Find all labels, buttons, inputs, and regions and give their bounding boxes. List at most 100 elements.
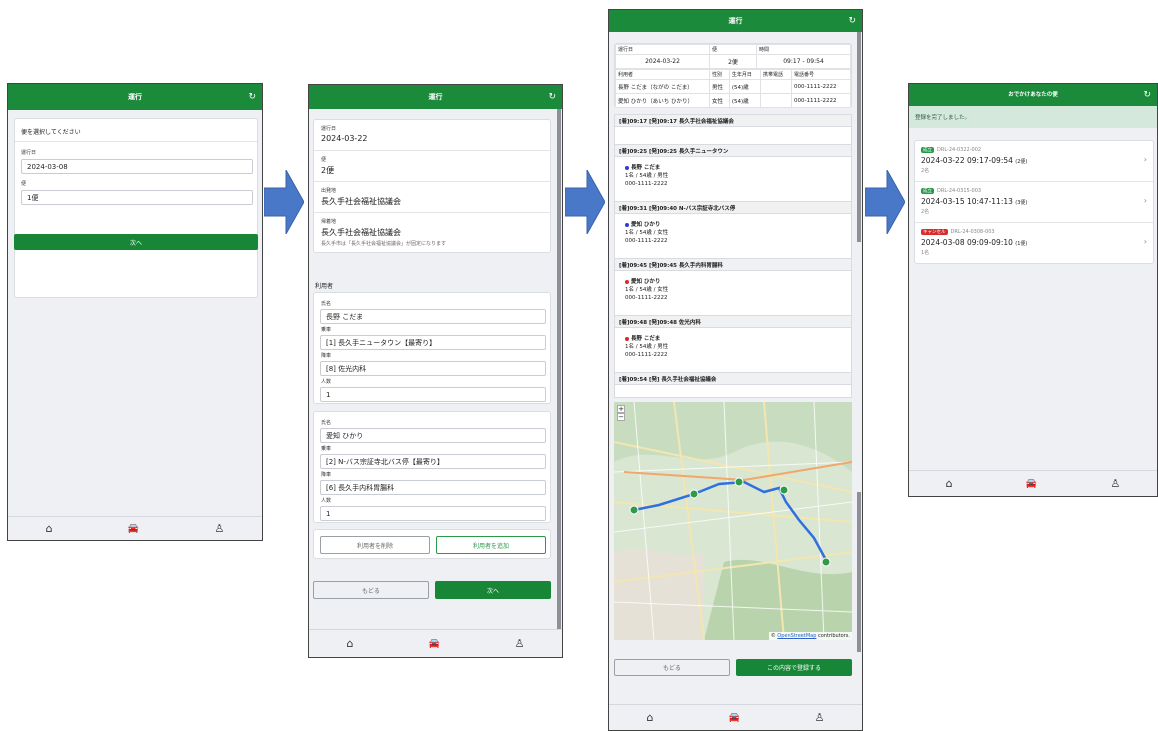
car-icon[interactable]: 🚘 — [1026, 479, 1037, 489]
schedule-list: [着]09:17 [発]09:17 長久手社会福祉協議会 [着]09:25 [発… — [614, 114, 852, 398]
home-icon[interactable]: ⌂ — [46, 522, 53, 535]
user-header-name: 利用者 — [615, 69, 710, 80]
table-row: 愛知 ひかり（あいち ひかり） 女性 (54)歳 000-1111-2222 — [615, 93, 851, 108]
user2-alight-select[interactable]: [6] 長久手内科胃腸科 — [320, 480, 546, 495]
date-label: 運行日 — [321, 126, 337, 132]
add-user-button[interactable]: 利用者を追加 — [436, 536, 546, 554]
screen3-phone: 運行 ↻ 運行日便時間 2024-03-22 2便 09:17 - 09:54 利用… — [608, 9, 863, 731]
summary-bin: 2便 — [709, 54, 757, 69]
user-icon[interactable]: ♙ — [515, 637, 525, 650]
user-icon[interactable]: ♙ — [815, 711, 825, 724]
list-item: 長野 こだま 1名 / 54歳 / 男性 000-1111-2222 — [625, 336, 669, 358]
bin-select[interactable]: 1便 — [21, 190, 253, 205]
screen4-header-title: おでかけあなたの便 — [1008, 92, 1058, 98]
home-icon[interactable]: ⌂ — [346, 637, 353, 650]
user2-board-label: 乗車 — [321, 446, 332, 452]
user2-name-input[interactable]: 愛知 ひかり — [320, 428, 546, 443]
pickup-dot — [625, 222, 629, 227]
home-icon[interactable]: ⌂ — [946, 477, 953, 490]
car-icon[interactable]: 🚘 — [728, 713, 739, 723]
date-input[interactable]: 2024-03-08 — [21, 159, 253, 174]
date-value: 2024-03-22 — [321, 134, 368, 143]
user1-board-select[interactable]: [1] 長久手ニュータウン【最寄り】 — [320, 335, 546, 350]
list-item[interactable]: 成立 DRL-24-0322-002 2024-03-22 09:17-09:54… — [915, 141, 1153, 182]
chevron-right-icon: › — [1143, 196, 1147, 205]
complete-message: 登録を完了しました。 — [915, 115, 971, 121]
depart-label: 出発地 — [321, 188, 337, 194]
summary-date: 2024-03-22 — [615, 54, 710, 69]
user2-name-label: 氏名 — [321, 420, 332, 426]
screen1-tabbar: ⌂ 🚘 ♙ — [8, 516, 262, 540]
list-item[interactable]: 成立 DRL-24-0315-003 2024-03-15 10:47-11:13… — [915, 182, 1153, 223]
stop-1-header: [着]09:17 [発]09:17 長久手社会福祉協議会 — [614, 114, 852, 127]
refresh-icon[interactable]: ↻ — [848, 10, 856, 32]
stop-4-body: 愛知 ひかり 1名 / 54歳 / 女性 000-1111-2222 — [614, 271, 852, 315]
dropoff-dot — [625, 279, 629, 284]
return-value: 長久手社会福祉協議会 — [321, 228, 401, 237]
user2-count-label: 人数 — [321, 498, 332, 504]
screen2-scrollbar[interactable] — [557, 109, 561, 629]
user-icon[interactable]: ♙ — [1110, 477, 1120, 490]
screen3-back-button[interactable]: もどる — [614, 659, 730, 676]
car-icon[interactable]: 🚘 — [428, 639, 439, 649]
car-icon[interactable]: 🚘 — [128, 524, 139, 534]
trip-summary-table: 運行日便時間 2024-03-22 2便 09:17 - 09:54 利用者 性別 … — [614, 43, 852, 108]
user-icon[interactable]: ♙ — [214, 522, 224, 535]
refresh-icon[interactable]: ↻ — [1143, 84, 1151, 106]
summary-header-date: 運行日 — [615, 44, 710, 55]
flow-arrow-1 — [264, 170, 304, 234]
trip-summary-card: 運行日 2024-03-22 便 2便 出発地 長久手社会福祉協議会 帰着地 長… — [313, 119, 551, 253]
screen4-header: おでかけあなたの便 ↻ — [909, 84, 1157, 106]
map-attribution: © OpenStreetMap contributors. — [768, 632, 852, 640]
screen2-header: 運行 ↻ — [309, 85, 562, 109]
stop-5-body: 長野 こだま 1名 / 54歳 / 男性 000-1111-2222 — [614, 328, 852, 372]
bin-label: 便 — [21, 181, 27, 187]
list-item: 長野 こだま 1名 / 54歳 / 男性 000-1111-2222 — [625, 165, 669, 187]
user1-name-input[interactable]: 長野 こだま — [320, 309, 546, 324]
stop-3-body: 愛知 ひかり 1名 / 54歳 / 女性 000-1111-2222 — [614, 214, 852, 258]
stop-4-header: [着]09:45 [発]09:45 長久手内科胃腸科 — [614, 258, 852, 271]
user-header-gender: 性別 — [709, 69, 730, 80]
zoom-out-button[interactable]: − — [617, 413, 625, 421]
screen4-phone: おでかけあなたの便 ↻ 登録を完了しました。 成立 DRL-24-0322-002… — [908, 83, 1158, 497]
screen1-next-button[interactable]: 次へ — [14, 234, 258, 250]
user1-board-label: 乗車 — [321, 327, 332, 333]
screen2-next-button[interactable]: 次へ — [435, 581, 551, 599]
home-icon[interactable]: ⌂ — [646, 711, 653, 724]
user1-count-input[interactable]: 1 — [320, 387, 546, 402]
stop-3-header: [着]09:31 [発]09:40 N-バス宗証寺北バス停 — [614, 201, 852, 214]
list-item[interactable]: キャンセル DRL-24-0308-003 2024-03-08 09:09-09… — [915, 223, 1153, 264]
depart-value: 長久手社会福祉協議会 — [321, 197, 401, 206]
bin-select-prompt: 便を選択してください — [21, 129, 81, 136]
stop-6-header: [着]09:54 [発] 長久手社会福祉協議会 — [614, 372, 852, 385]
user-header-birth: 生年月日 — [728, 69, 761, 80]
refresh-icon[interactable]: ↻ — [548, 85, 556, 109]
return-note: 長久手市は「長久手社会福祉協議会」が固定になります — [321, 241, 447, 247]
flow-arrow-2 — [565, 170, 605, 234]
list-item: 愛知 ひかり 1名 / 54歳 / 女性 000-1111-2222 — [625, 279, 669, 301]
screen3-scrollbar[interactable] — [857, 32, 861, 242]
screen3-header: 運行 ↻ — [609, 10, 862, 32]
user1-alight-select[interactable]: [8] 佐光内科 — [320, 361, 546, 376]
screen2-back-button[interactable]: もどる — [313, 581, 429, 599]
date-label: 運行日 — [21, 150, 37, 156]
user2-board-select[interactable]: [2] N-バス宗証寺北バス停【最寄り】 — [320, 454, 546, 469]
screen1-header-title: 運行 — [128, 93, 142, 101]
user-card-2: 氏名 愛知 ひかり 乗車 [2] N-バス宗証寺北バス停【最寄り】 降車 [6]… — [313, 411, 551, 523]
complete-message-banner: 登録を完了しました。 — [909, 106, 1157, 128]
table-row: 長野 こだま（ながの こだま） 男性 (54)歳 000-1111-2222 — [615, 79, 851, 94]
route-map[interactable]: + − © OpenStreetMap contributors. — [614, 402, 852, 640]
user1-name-label: 氏名 — [321, 301, 332, 307]
osm-link[interactable]: OpenStreetMap — [777, 633, 816, 639]
refresh-icon[interactable]: ↻ — [248, 84, 256, 110]
register-button[interactable]: この内容で登録する — [736, 659, 852, 676]
bin-value: 2便 — [321, 166, 335, 175]
user2-count-input[interactable]: 1 — [320, 506, 546, 521]
dropoff-dot — [625, 336, 629, 341]
flow-arrow-3 — [865, 170, 905, 234]
zoom-in-button[interactable]: + — [617, 405, 625, 413]
delete-user-button[interactable]: 利用者を削除 — [320, 536, 430, 554]
screen3-scrollbar-lower[interactable] — [857, 492, 861, 652]
return-label: 帰着地 — [321, 219, 337, 225]
user1-count-label: 人数 — [321, 379, 332, 385]
